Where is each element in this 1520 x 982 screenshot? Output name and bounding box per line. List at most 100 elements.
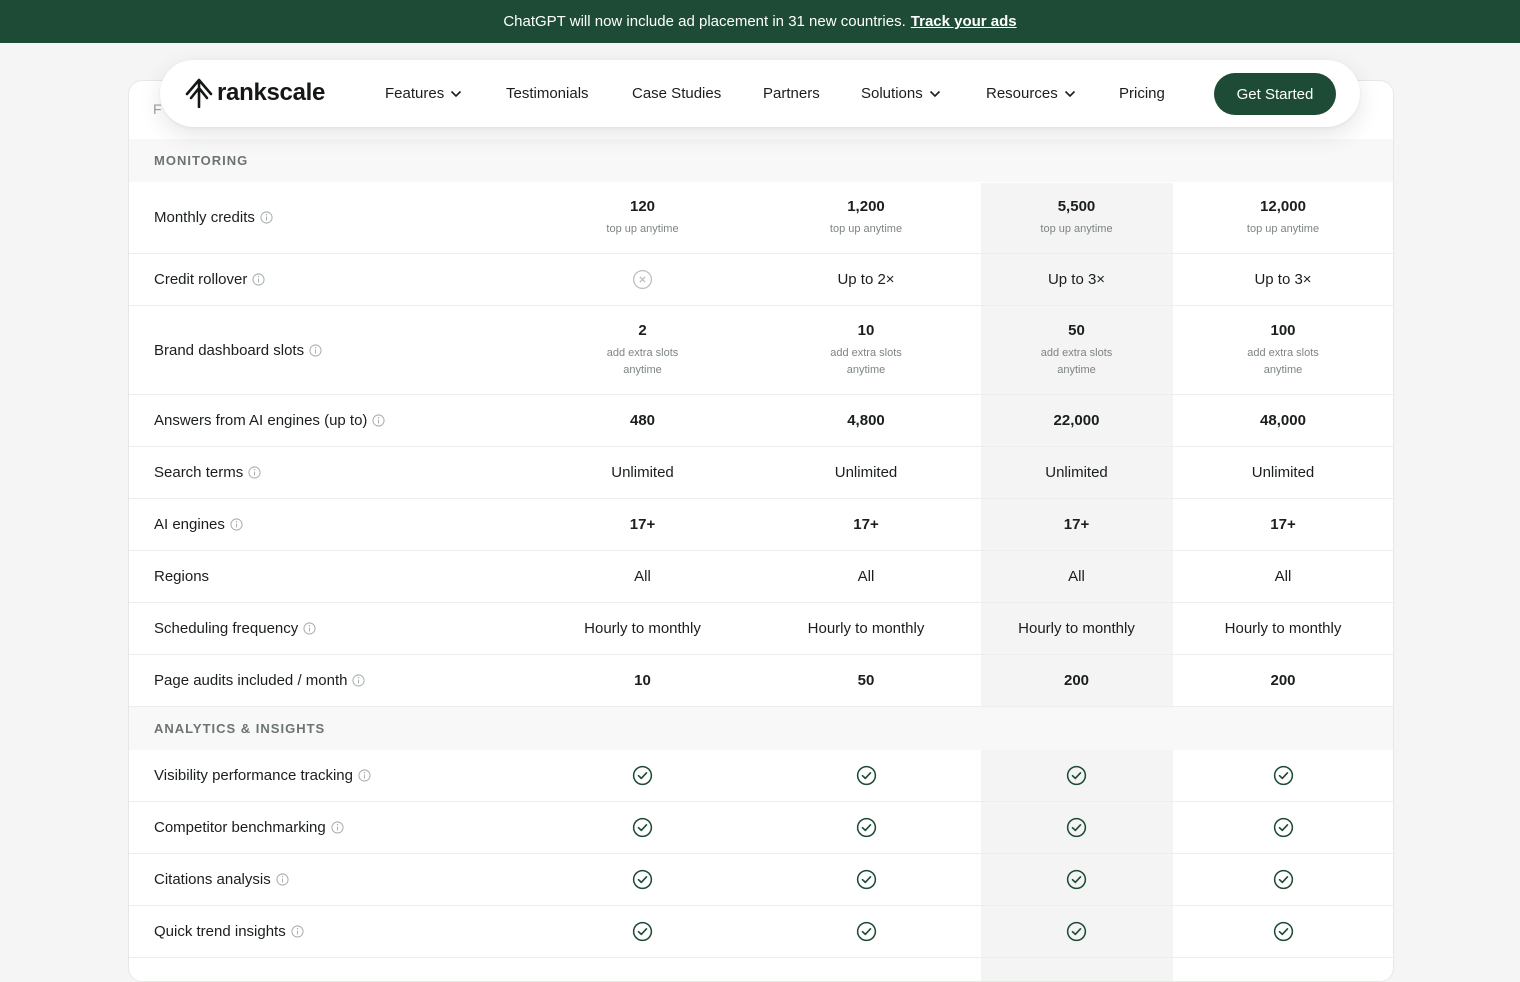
plan-value-cell xyxy=(1177,802,1389,853)
info-icon[interactable] xyxy=(358,769,371,782)
row-label: Brand dashboard slots xyxy=(129,306,529,394)
table-row: Quick trend insights xyxy=(129,906,1393,958)
table-row: Brand dashboard slots 2 add extra slots an… xyxy=(129,306,1393,395)
plan-value: 120 xyxy=(629,197,656,215)
nav-pricing[interactable]: Pricing xyxy=(1119,60,1165,127)
row-label-text: Regions xyxy=(154,568,210,585)
table-row: Page audits included / month 10 50 200 200 xyxy=(129,655,1393,707)
table-row: Scheduling frequency Hourly to monthly Hou… xyxy=(129,603,1393,655)
plan-value-cell xyxy=(756,750,976,801)
table-row: AI engines 17+ 17+ 17+ 17+ xyxy=(129,499,1393,551)
plan-value-cell: 2 add extra slots anytime xyxy=(529,306,756,394)
plan-value: All xyxy=(1274,568,1292,585)
plan-value: 10 xyxy=(857,321,875,339)
row-label-text: Quick trend insights xyxy=(154,923,286,940)
plan-value-cell xyxy=(976,906,1177,957)
chevron-down-icon xyxy=(1064,90,1075,97)
row-label: Scheduling frequency xyxy=(129,603,529,654)
info-icon[interactable] xyxy=(331,821,344,834)
plan-value: 1,200 xyxy=(847,197,885,215)
info-icon[interactable] xyxy=(303,622,316,635)
plan-value-cell: All xyxy=(976,551,1177,602)
row-label: Citations analysis xyxy=(129,854,529,905)
nav-features[interactable]: Features xyxy=(385,60,462,127)
section-title: ANALYTICS & INSIGHTS xyxy=(154,721,326,736)
info-icon[interactable] xyxy=(260,211,273,224)
table-row: Credit rollover Up to 2× Up to 3× Up to 3× xyxy=(129,254,1393,306)
plan-value: 5,500 xyxy=(1057,197,1096,215)
plan-value-cell: Unlimited xyxy=(529,447,756,498)
nav-resources-label: Resources xyxy=(986,85,1058,102)
plan-value-cell xyxy=(529,254,756,305)
logo-text: rankscale xyxy=(217,79,326,106)
check-circle-icon xyxy=(632,765,653,786)
plan-value-cell xyxy=(1177,854,1389,905)
row-label-text: Visibility performance tracking xyxy=(154,767,353,784)
nav-partners[interactable]: Partners xyxy=(763,60,820,127)
nav-resources[interactable]: Resources xyxy=(986,60,1076,127)
plan-value: 2 xyxy=(638,321,647,339)
plan-value-cell: Unlimited xyxy=(1177,447,1389,498)
info-icon[interactable] xyxy=(252,273,265,286)
info-icon[interactable] xyxy=(372,414,386,427)
nav-testimonials[interactable]: Testimonials xyxy=(506,60,589,127)
plan-value: All xyxy=(634,568,651,585)
plan-value-cell: All xyxy=(529,551,756,602)
rankscale-logo[interactable]: rankscale xyxy=(184,78,325,108)
row-label: Regions xyxy=(129,551,529,602)
info-icon[interactable] xyxy=(291,925,304,938)
plan-value-cell: Up to 2× xyxy=(756,254,976,305)
plan-value-cell: Up to 3× xyxy=(976,254,1177,305)
plan-value: Hourly to monthly xyxy=(807,620,925,637)
check-circle-icon xyxy=(856,765,876,786)
plan-value-cell: 17+ xyxy=(1177,499,1389,550)
nav-solutions[interactable]: Solutions xyxy=(861,60,941,127)
plan-value: 48,000 xyxy=(1260,412,1306,429)
nav-pricing-label: Pricing xyxy=(1119,85,1165,102)
row-label-text: Brand dashboard slots xyxy=(154,341,305,359)
plan-value-cell: 48,000 xyxy=(1177,395,1389,446)
info-icon[interactable] xyxy=(230,518,243,531)
plan-value-cell xyxy=(976,854,1177,905)
info-icon[interactable] xyxy=(276,873,289,886)
plan-value-cell: 17+ xyxy=(756,499,976,550)
info-icon[interactable] xyxy=(352,674,366,687)
plan-value: Unlimited xyxy=(1251,464,1315,481)
table-row: Answers from AI engines (up to) 480 4,800 2… xyxy=(129,395,1393,447)
track-ads-link[interactable]: Track your ads xyxy=(911,13,1017,30)
plan-value: 100 xyxy=(1270,321,1296,339)
check-circle-icon xyxy=(632,869,653,890)
plan-value-note: top up anytime xyxy=(1246,222,1320,235)
plan-value: Unlimited xyxy=(1045,464,1108,481)
nav-case-studies[interactable]: Case Studies xyxy=(632,60,721,127)
nav-solutions-label: Solutions xyxy=(861,85,923,102)
info-icon[interactable] xyxy=(248,466,261,479)
plan-value-note: top up anytime xyxy=(606,222,679,235)
plan-value-cell xyxy=(756,802,976,853)
row-label-text: Scheduling frequency xyxy=(154,620,299,637)
plan-value: Up to 3× xyxy=(1047,271,1106,288)
info-icon[interactable] xyxy=(309,343,322,357)
row-label-text: Citations analysis xyxy=(154,871,271,888)
plan-value: Hourly to monthly xyxy=(1224,620,1342,637)
row-label: Quick trend insights xyxy=(129,906,529,957)
plan-value: 50 xyxy=(1068,321,1085,339)
plan-value: Unlimited xyxy=(611,464,674,481)
check-circle-icon xyxy=(1066,765,1087,786)
check-circle-icon xyxy=(1066,921,1087,942)
plan-value: 22,000 xyxy=(1053,412,1100,429)
nav-partners-label: Partners xyxy=(763,85,820,102)
plan-value: 200 xyxy=(1270,672,1296,689)
plan-value-note: add extra slots anytime xyxy=(830,346,902,376)
plan-value: 50 xyxy=(857,672,875,689)
row-label-text: Page audits included / month xyxy=(154,672,348,689)
get-started-button[interactable]: Get Started xyxy=(1214,73,1336,115)
plan-value-cell xyxy=(529,854,756,905)
check-circle-icon xyxy=(1066,869,1087,890)
plan-value-cell: All xyxy=(756,551,976,602)
table-header-peek: F xyxy=(153,101,162,117)
check-circle-icon xyxy=(632,921,653,942)
pricing-comparison-table: F MONITORING Monthly credits 120 top up any… xyxy=(128,80,1394,982)
row-label-text: Monthly credits xyxy=(154,209,255,226)
nav-case-studies-label: Case Studies xyxy=(632,85,722,102)
